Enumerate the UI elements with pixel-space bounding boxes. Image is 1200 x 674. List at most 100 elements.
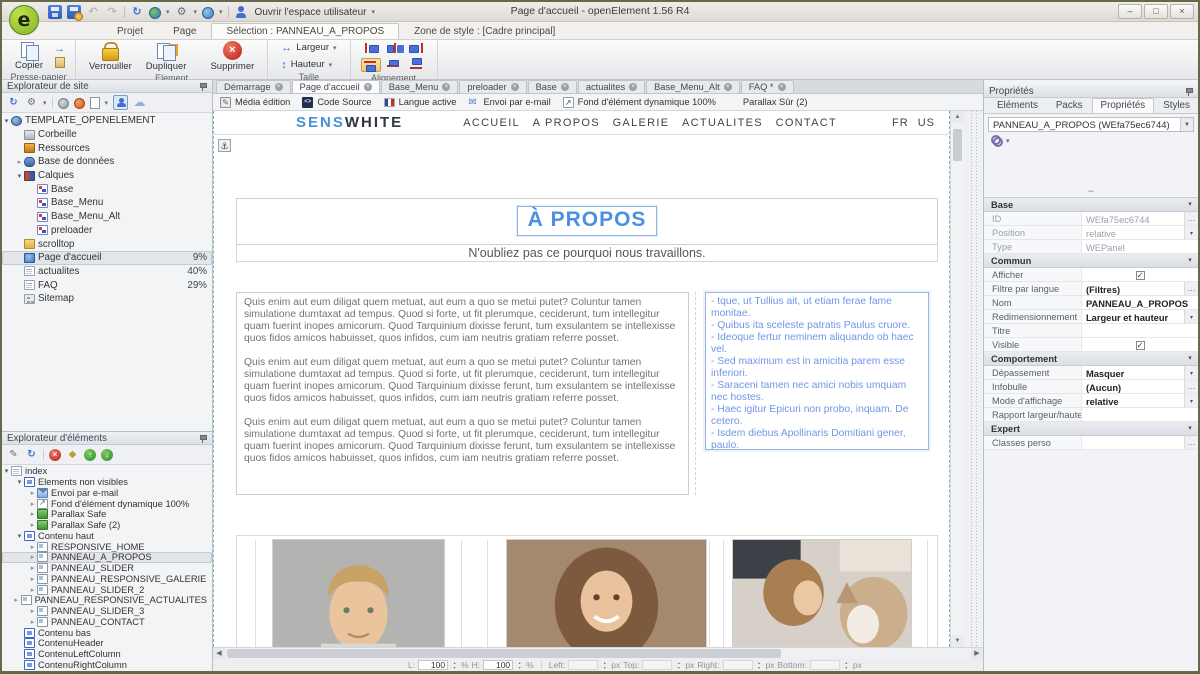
property-row[interactable]: Filtre par langue (Filtres) bbox=[984, 282, 1198, 296]
element-toolbar-button[interactable]: Langue active bbox=[384, 97, 457, 107]
section-collapse-icon[interactable] bbox=[1182, 254, 1198, 267]
width-percent-input[interactable] bbox=[418, 660, 448, 670]
width-button[interactable]: ↔ Largeur ▾ bbox=[278, 41, 339, 54]
expand-collapse-icon[interactable] bbox=[28, 521, 37, 529]
property-value[interactable]: PANNEAU_A_PROPOS bbox=[1082, 296, 1198, 309]
element-actions-icon[interactable] bbox=[991, 135, 1003, 147]
section-collapse-icon[interactable] bbox=[1182, 422, 1198, 435]
property-row[interactable]: Nom PANNEAU_A_PROPOS bbox=[984, 296, 1198, 310]
tree-item[interactable]: preloader bbox=[2, 224, 212, 238]
pin-icon[interactable] bbox=[199, 82, 207, 91]
close-tab-icon[interactable] bbox=[442, 83, 450, 91]
spinner-icon[interactable]: ▴▾ bbox=[756, 660, 763, 670]
tree-item[interactable]: Envoi par e-mail bbox=[2, 488, 212, 499]
about-list-column[interactable]: - tque, ut Tullius ait, ut etiam ferae f… bbox=[705, 292, 929, 450]
close-tab-icon[interactable] bbox=[724, 83, 732, 91]
paste-arrow-icon[interactable]: → bbox=[54, 44, 65, 54]
property-row[interactable]: Base bbox=[984, 198, 1198, 212]
expand-collapse-icon[interactable] bbox=[15, 172, 24, 180]
export-icon[interactable] bbox=[90, 97, 100, 109]
site-menu-item[interactable]: CONTACT bbox=[776, 117, 837, 129]
left-input[interactable] bbox=[568, 660, 598, 670]
properties-tab[interactable]: Propriétés bbox=[1092, 98, 1155, 113]
tree-item[interactable]: ContenuLeftColumn bbox=[2, 649, 212, 660]
selector-dropdown-icon[interactable]: ▼ bbox=[1180, 118, 1193, 131]
close-tab-icon[interactable] bbox=[629, 83, 637, 91]
expand-collapse-icon[interactable] bbox=[15, 532, 24, 540]
lock-button[interactable]: Verrouiller bbox=[86, 42, 135, 72]
ellipsis-button[interactable] bbox=[1184, 380, 1198, 393]
highlight-element-icon[interactable]: ✎ bbox=[7, 448, 20, 461]
scroll-left-icon[interactable]: ◀ bbox=[213, 648, 225, 659]
align-top-button[interactable] bbox=[361, 58, 381, 72]
ribbon-tab[interactable]: Sélection : PANNEAU_A_PROPOS bbox=[211, 23, 399, 39]
minimize-button[interactable]: – bbox=[1118, 4, 1142, 19]
expand-collapse-icon[interactable] bbox=[2, 467, 11, 475]
tree-item[interactable]: TEMPLATE_OPENELEMENT bbox=[2, 114, 212, 128]
settings-caret-icon[interactable]: ▾ bbox=[43, 99, 47, 107]
property-row[interactable]: Titre bbox=[984, 324, 1198, 338]
photo-man[interactable] bbox=[272, 539, 445, 647]
property-value[interactable] bbox=[1082, 338, 1198, 351]
tree-item[interactable]: Parallax Safe bbox=[2, 509, 212, 520]
expand-collapse-icon[interactable] bbox=[28, 586, 37, 594]
move-down-icon[interactable]: ↓ bbox=[101, 449, 113, 461]
tree-item[interactable]: PANNEAU_RESPONSIVE_GALERIE bbox=[2, 574, 212, 585]
close-button[interactable]: × bbox=[1170, 4, 1194, 19]
tree-item[interactable]: Contenu haut bbox=[2, 531, 212, 542]
ellipsis-button[interactable] bbox=[1184, 436, 1198, 449]
tree-item[interactable]: Page d'accueil 9% bbox=[2, 251, 212, 265]
tree-item[interactable]: Base_Menu_Alt bbox=[2, 210, 212, 224]
panel-splitter[interactable] bbox=[964, 111, 983, 647]
expand-collapse-icon[interactable] bbox=[28, 553, 37, 561]
section-collapse-icon[interactable] bbox=[1182, 352, 1198, 365]
tree-item[interactable]: PANNEAU_RESPONSIVE_ACTUALITES bbox=[2, 595, 212, 606]
tree-item[interactable]: Ressources bbox=[2, 141, 212, 155]
preview-firefox-icon[interactable] bbox=[74, 98, 85, 109]
property-row[interactable]: Expert bbox=[984, 422, 1198, 436]
anchor-icon[interactable] bbox=[218, 139, 231, 152]
property-value[interactable] bbox=[1082, 324, 1198, 337]
property-row[interactable]: ID WEfa75ec6744 bbox=[984, 212, 1198, 226]
element-selector[interactable]: PANNEAU_A_PROPOS (WEfa75ec6744) ▼ bbox=[988, 117, 1194, 132]
dropdown-button[interactable] bbox=[1184, 310, 1198, 323]
element-toolbar-button[interactable]: Fond d'élément dynamique 100% bbox=[563, 97, 716, 108]
spinner-icon[interactable]: ▴▾ bbox=[516, 660, 523, 670]
tree-item[interactable]: index bbox=[2, 466, 212, 477]
document-tab[interactable]: Démarrage bbox=[216, 80, 291, 93]
document-tab[interactable]: preloader bbox=[459, 80, 526, 93]
delete-button[interactable]: × Supprimer bbox=[207, 41, 257, 72]
copy-button[interactable]: Copier bbox=[12, 41, 46, 71]
design-canvas[interactable]: SENSWHITE ACCUEILA PROPOSGALERIEACTUALIT… bbox=[213, 111, 983, 647]
clipboard-icon[interactable] bbox=[55, 57, 65, 68]
tree-item[interactable]: Elements non visibles bbox=[2, 477, 212, 488]
export-caret-icon[interactable]: ▾ bbox=[105, 99, 109, 107]
duplicate-button[interactable]: Dupliquer bbox=[143, 42, 190, 72]
property-row[interactable]: Dépassement Masquer bbox=[984, 366, 1198, 380]
tree-item[interactable]: Base bbox=[2, 182, 212, 196]
expand-collapse-icon[interactable] bbox=[28, 500, 37, 508]
height-percent-input[interactable] bbox=[483, 660, 513, 670]
property-value[interactable]: relative bbox=[1082, 226, 1184, 239]
tree-item[interactable]: Corbeille bbox=[2, 128, 212, 142]
photo-woman[interactable] bbox=[506, 539, 707, 647]
photos-strip[interactable] bbox=[236, 535, 938, 647]
about-title-panel[interactable]: À PROPOS bbox=[236, 198, 938, 245]
expand-collapse-icon[interactable] bbox=[28, 618, 37, 626]
property-value[interactable]: Largeur et hauteur bbox=[1082, 310, 1184, 323]
align-left-button[interactable] bbox=[361, 41, 381, 55]
top-input[interactable] bbox=[642, 660, 672, 670]
site-brand[interactable]: SENSWHITE bbox=[296, 114, 403, 131]
document-tab[interactable]: Base_Menu bbox=[381, 80, 459, 93]
close-tab-icon[interactable] bbox=[561, 83, 569, 91]
language-option[interactable]: US bbox=[918, 117, 935, 129]
photo-woman-dog[interactable] bbox=[732, 539, 912, 647]
property-row[interactable]: Visible bbox=[984, 338, 1198, 352]
cloud-icon[interactable]: ☁ bbox=[133, 96, 146, 109]
document-tab[interactable]: Base bbox=[528, 80, 577, 93]
document-tab[interactable]: Page d'accueil bbox=[292, 80, 380, 93]
properties-tab[interactable]: Eléments bbox=[988, 98, 1047, 113]
properties-tab[interactable]: Packs bbox=[1047, 98, 1092, 113]
property-value[interactable] bbox=[1082, 268, 1198, 281]
horizontal-scrollbar[interactable]: ◀ ▶ bbox=[213, 647, 983, 659]
